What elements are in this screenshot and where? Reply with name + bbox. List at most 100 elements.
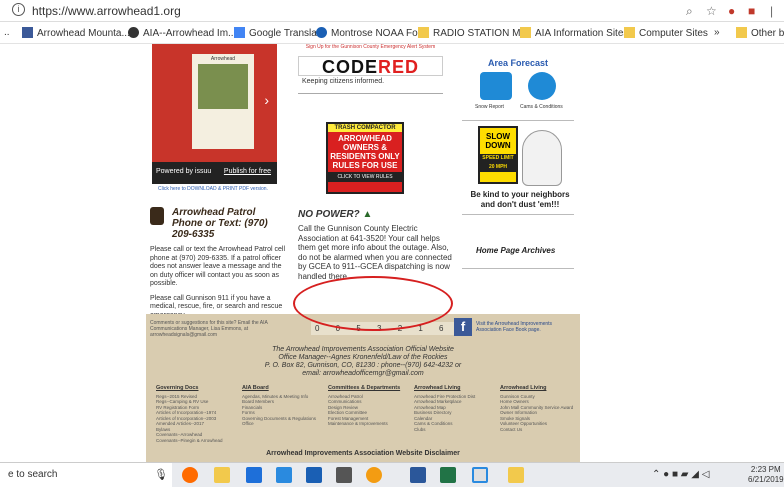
bookmark-computer-sites[interactable]: Computer Sites <box>624 27 708 39</box>
footer: Comments or suggestions for this site? E… <box>146 314 580 462</box>
office-manager: Office Manager--Agnes Kronenfeld/Law of … <box>278 354 448 361</box>
bookmark-other[interactable]: Other boo <box>736 27 784 39</box>
app-icon[interactable] <box>366 467 382 483</box>
codered-logo[interactable]: CODERED <box>298 56 443 77</box>
document-cover[interactable]: Arrowhead <box>192 54 254 149</box>
trash-head: TRASH COMPACTOR <box>328 124 402 132</box>
mail-icon[interactable] <box>306 467 322 483</box>
address-bar: i https://www.arrowhead1.org ⌕ ☆ ● ■ | <box>0 0 784 22</box>
taskbar: e to search 🎙 ⌃ ● ■ ▰ ◢ ◁ 2:23 PM 6/21/20… <box>0 462 784 488</box>
speed-limit-text: SPEED LIMIT 20 MPH <box>480 154 516 172</box>
power-icon: ▲ <box>362 209 373 220</box>
official-site: The Arrowhead Improvements Association O… <box>272 346 454 353</box>
chrome-icon[interactable] <box>472 467 488 483</box>
divider <box>462 120 574 121</box>
issuu-bar: Powered by issuu Publish for free <box>152 162 277 184</box>
codered-logo-right: RED <box>378 57 420 77</box>
column-heading[interactable]: Arrowhead Living <box>414 385 490 392</box>
divider <box>462 214 574 215</box>
codered-tagline: Keeping citizens informed. <box>302 78 385 85</box>
store-icon[interactable] <box>276 467 292 483</box>
kind-neighbors-text: Be kind to your neighbors and don't dust… <box>470 190 570 209</box>
zoom-icon[interactable]: ⌕ <box>686 4 693 19</box>
trash-rules-link[interactable]: CLICK TO VIEW RULES <box>328 172 402 182</box>
column-link[interactable]: Covenants--Pinegin & Arrowhead <box>156 438 232 444</box>
cams-link[interactable]: Cams & Conditions <box>520 104 563 110</box>
excel-icon[interactable] <box>440 467 456 483</box>
next-page-icon[interactable]: › <box>264 92 269 108</box>
account-icon[interactable]: ■ <box>748 4 755 18</box>
facebook-icon[interactable]: f <box>454 318 472 336</box>
no-power-block: NO POWER? ▲ Call the Gunnison County Ele… <box>298 209 458 281</box>
calculator-icon[interactable] <box>336 467 352 483</box>
bookmark-overflow[interactable]: .. <box>4 27 10 38</box>
task-view-icon[interactable] <box>182 467 198 483</box>
column-link[interactable]: Contact Us <box>500 427 576 433</box>
download-link[interactable]: Click here to DOWNLOAD & PRINT PDF versi… <box>158 186 268 192</box>
sticky-notes-icon[interactable] <box>508 467 524 483</box>
column-link[interactable]: Maintenance & Improvements <box>328 421 404 427</box>
codered-logo-left: CODE <box>321 57 378 77</box>
divider <box>298 93 443 94</box>
footer-columns: Governing Docs Regs--2015 Revised Regs--… <box>156 385 576 446</box>
issuu-powered: Powered by issuu <box>156 168 212 175</box>
area-forecast-link[interactable]: Area Forecast <box>462 58 574 68</box>
bookmark-arrowhead-mountain[interactable]: Arrowhead Mounta... <box>22 27 130 39</box>
url-text[interactable]: https://www.arrowhead1.org <box>32 4 181 18</box>
footer-column-board: AIA Board Agendas, Minutes & Meeting Inf… <box>242 385 318 427</box>
shield-icon <box>150 207 164 225</box>
edge-icon[interactable] <box>246 467 262 483</box>
slow-down-sign: SLOW DOWN SPEED LIMIT 20 MPH <box>478 126 518 184</box>
no-power-text: Call the Gunnison County Electric Associ… <box>298 224 452 281</box>
trash-body: ARROWHEAD OWNERS & RESIDENTS ONLY RULES … <box>330 134 400 170</box>
comments-text[interactable]: Comments or suggestions for this site? E… <box>150 320 290 338</box>
patrol-title: Arrowhead Patrol <box>172 207 256 218</box>
office-info: The Arrowhead Improvements Association O… <box>146 346 580 378</box>
system-tray-icons[interactable]: ⌃ ● ■ ▰ ◢ ◁ <box>652 469 709 480</box>
search-box[interactable]: e to search <box>0 463 172 488</box>
word-icon[interactable] <box>410 467 426 483</box>
old-man-illustration <box>522 130 562 186</box>
snow-report-link[interactable]: Snow Report <box>475 104 504 110</box>
office-email[interactable]: email: arrowheadofficemgr@gmail.com <box>146 370 580 378</box>
trash-compactor-banner[interactable]: TRASH COMPACTOR ARROWHEAD OWNERS & RESID… <box>326 122 404 194</box>
bookmark-radio-station[interactable]: RADIO STATION M... <box>418 27 529 39</box>
microphone-icon[interactable]: 🎙 <box>154 468 168 481</box>
publish-link[interactable]: Publish for free <box>224 168 271 175</box>
column-heading[interactable]: Arrowhead Living <box>500 385 576 392</box>
column-link[interactable]: Clubs <box>414 427 490 433</box>
camera-icon[interactable] <box>528 72 556 100</box>
column-heading[interactable]: AIA Board <box>242 385 318 392</box>
bookmark-aia[interactable]: AIA--Arrowhead Im... <box>128 27 236 39</box>
column-link[interactable]: Office <box>242 421 318 427</box>
star-icon[interactable]: ☆ <box>706 4 717 18</box>
slow-sign-text: SLOW DOWN <box>485 132 511 150</box>
facebook-link[interactable]: Visit the Arrowhead Improvements Associa… <box>476 321 576 333</box>
snowflake-icon[interactable] <box>480 72 512 100</box>
right-column: Area Forecast <box>462 44 574 68</box>
footer-column-committees: Committees & Departments Arrowhead Patro… <box>328 385 404 427</box>
clock[interactable]: 2:23 PM 6/21/2019 <box>748 465 784 485</box>
extension-icon[interactable]: ● <box>728 4 735 18</box>
codered-signup[interactable]: Sign Up for the Gunnison County Emergenc… <box>298 44 443 50</box>
footer-column-living: Arrowhead Living Arrowhead Fire Protecti… <box>414 385 490 433</box>
bookmarks-more[interactable]: » <box>714 27 720 38</box>
menu-icon[interactable]: | <box>770 4 773 18</box>
file-explorer-icon[interactable] <box>214 467 230 483</box>
codered-block[interactable]: Sign Up for the Gunnison County Emergenc… <box>298 44 443 94</box>
red-annotation-circle <box>293 276 453 331</box>
patrol-block: Arrowhead Patrol Phone or Text: (970) 20… <box>150 207 290 320</box>
issuu-viewer[interactable]: Arrowhead › Powered by issuu Publish for… <box>152 44 277 184</box>
bookmark-google-translate[interactable]: Google Translate <box>234 27 325 39</box>
column-heading[interactable]: Governing Docs <box>156 385 232 392</box>
column-heading[interactable]: Committees & Departments <box>328 385 404 392</box>
home-page-archives-link[interactable]: Home Page Archives <box>476 246 555 255</box>
no-power-title: NO POWER? ▲ <box>298 209 373 220</box>
info-icon[interactable]: i <box>12 3 25 16</box>
bookmark-montrose-noaa[interactable]: Montrose NOAA Fo... <box>316 27 426 39</box>
disclaimer-link[interactable]: Arrowhead Improvements Association Websi… <box>146 450 580 457</box>
patrol-phone: Phone or Text: (970) 209-6335 <box>172 218 268 240</box>
bookmark-aia-info[interactable]: AIA Information Sites <box>520 27 628 39</box>
bookmarks-bar: .. Arrowhead Mounta... AIA--Arrowhead Im… <box>0 22 784 44</box>
cover-photo <box>198 64 248 109</box>
